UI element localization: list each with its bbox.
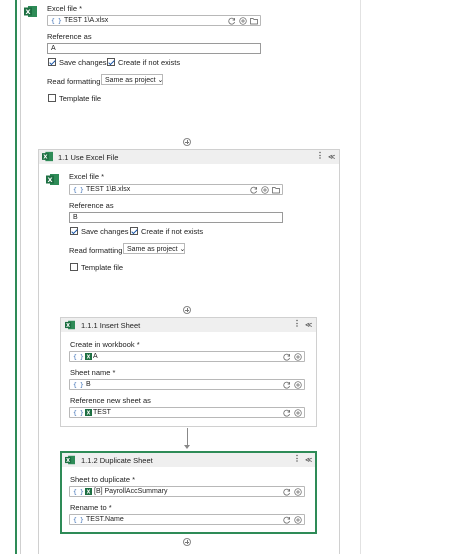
use-excel-file-title: 1.1 Use Excel File [58, 153, 119, 162]
save-changes-label: Save changes [81, 227, 129, 236]
sheet-name-label: Sheet name * [70, 368, 116, 377]
add-variable-icon[interactable] [294, 487, 302, 496]
create-in-workbook-label: Create in workbook * [70, 340, 140, 349]
reference-as-label: Reference as [47, 32, 92, 41]
reference-as-input[interactable]: A [47, 43, 261, 54]
save-changes-checkbox[interactable] [70, 227, 78, 235]
save-changes-label: Save changes [59, 58, 107, 67]
chevron-down-icon: ⌄ [157, 77, 164, 84]
add-variable-icon[interactable] [294, 515, 302, 524]
add-variable-icon[interactable] [294, 352, 302, 361]
create-in-workbook-value: A [93, 353, 98, 360]
more-options-icon[interactable]: ⋮ [293, 454, 301, 463]
reference-as-input[interactable]: B [69, 212, 283, 223]
sheet-to-duplicate-input[interactable]: { } X [B] PayrollAccSummary [69, 486, 305, 497]
refresh-icon[interactable] [228, 17, 236, 25]
excel-icon: X [42, 151, 53, 162]
outer-scope-rail-inner [20, 0, 21, 554]
outer-scope-rail [15, 0, 17, 554]
refresh-icon[interactable] [283, 516, 291, 524]
panel-divider [360, 0, 361, 554]
add-activity-button[interactable] [183, 306, 191, 314]
insert-sheet-title: 1.1.1 Insert Sheet [81, 321, 141, 330]
add-variable-icon[interactable] [294, 408, 302, 417]
excel-icon: X [24, 6, 37, 17]
template-file-label: Template file [59, 94, 102, 103]
flow-connector [187, 428, 188, 446]
sheet-variable-icon: X [85, 488, 92, 495]
variable-icon: { } [73, 186, 84, 194]
rename-to-label: Rename to * [70, 503, 112, 512]
folder-icon[interactable] [272, 186, 280, 194]
reference-new-sheet-label: Reference new sheet as [70, 396, 151, 405]
excel-file-value: TEST 1\B.xlsx [86, 186, 131, 193]
svg-text:X: X [47, 176, 52, 184]
reference-new-sheet-input[interactable]: { } X TEST [69, 407, 305, 418]
excel-sheet-icon: X [65, 320, 75, 330]
svg-text:X: X [66, 323, 70, 329]
create-if-not-exists-checkbox[interactable] [130, 227, 138, 235]
reference-as-label: Reference as [69, 201, 114, 210]
refresh-icon[interactable] [250, 186, 258, 194]
refresh-icon[interactable] [283, 488, 291, 496]
reference-new-sheet-value: TEST [93, 409, 111, 416]
refresh-icon[interactable] [283, 353, 291, 361]
sheet-to-duplicate-label: Sheet to duplicate * [70, 475, 136, 484]
excel-file-value: TEST 1\A.xlsx [64, 17, 109, 24]
collapse-icon[interactable]: ≪ [328, 153, 335, 161]
create-if-not-exists-label: Create if not exists [118, 58, 181, 67]
create-in-workbook-input[interactable]: { } X A [69, 351, 305, 362]
read-formatting-select[interactable]: Same as project ⌄ [101, 74, 163, 85]
sheet-to-duplicate-value: [B] PayrollAccSummary [94, 488, 168, 495]
excel-file-label: Excel file * [47, 4, 83, 13]
rename-to-value: TEST.Name [86, 516, 124, 523]
add-variable-icon[interactable] [239, 16, 247, 25]
folder-icon[interactable] [250, 17, 258, 25]
more-options-icon[interactable]: ⋮ [293, 319, 301, 328]
collapse-icon[interactable]: ≪ [305, 321, 312, 329]
add-variable-icon[interactable] [261, 185, 269, 194]
read-formatting-select[interactable]: Same as project ⌄ [123, 243, 185, 254]
svg-text:X: X [25, 8, 30, 16]
sheet-name-input[interactable]: { } B [69, 379, 305, 390]
svg-text:X: X [87, 354, 91, 360]
variable-icon: { } [73, 516, 84, 524]
svg-text:X: X [66, 458, 70, 464]
svg-text:X: X [43, 155, 48, 161]
flow-arrow-icon [184, 445, 190, 449]
sheet-name-value: B [86, 381, 91, 388]
read-formatting-label: Read formatting [47, 77, 101, 86]
refresh-icon[interactable] [283, 381, 291, 389]
excel-file-input[interactable]: { } TEST 1\B.xlsx [69, 184, 283, 195]
create-if-not-exists-checkbox[interactable] [107, 58, 115, 66]
save-changes-checkbox[interactable] [48, 58, 56, 66]
rename-to-input[interactable]: { } TEST.Name [69, 514, 305, 525]
template-file-label: Template file [81, 263, 124, 272]
variable-icon: { } [51, 17, 62, 25]
excel-variable-icon: X [85, 353, 92, 360]
variable-icon: { } [73, 381, 84, 389]
refresh-icon[interactable] [283, 409, 291, 417]
excel-file-input[interactable]: { } TEST 1\A.xlsx [47, 15, 261, 26]
template-file-checkbox[interactable] [48, 94, 56, 102]
duplicate-sheet-title: 1.1.2 Duplicate Sheet [81, 456, 153, 465]
collapse-icon[interactable]: ≪ [305, 456, 312, 464]
create-if-not-exists-label: Create if not exists [141, 227, 204, 236]
excel-file-label: Excel file * [69, 172, 105, 181]
add-variable-icon[interactable] [294, 380, 302, 389]
variable-icon: { } [73, 488, 84, 496]
excel-icon: X [46, 174, 59, 185]
add-activity-button[interactable] [183, 138, 191, 146]
add-activity-button[interactable] [183, 538, 191, 546]
sheet-variable-icon: X [85, 409, 92, 416]
svg-text:X: X [87, 410, 91, 416]
variable-icon: { } [73, 409, 84, 417]
variable-icon: { } [73, 353, 84, 361]
chevron-down-icon: ⌄ [179, 246, 186, 253]
template-file-checkbox[interactable] [70, 263, 78, 271]
svg-text:X: X [87, 489, 91, 495]
excel-sheet-icon: X [65, 455, 75, 465]
read-formatting-label: Read formatting [69, 246, 123, 255]
more-options-icon[interactable]: ⋮ [316, 151, 324, 160]
